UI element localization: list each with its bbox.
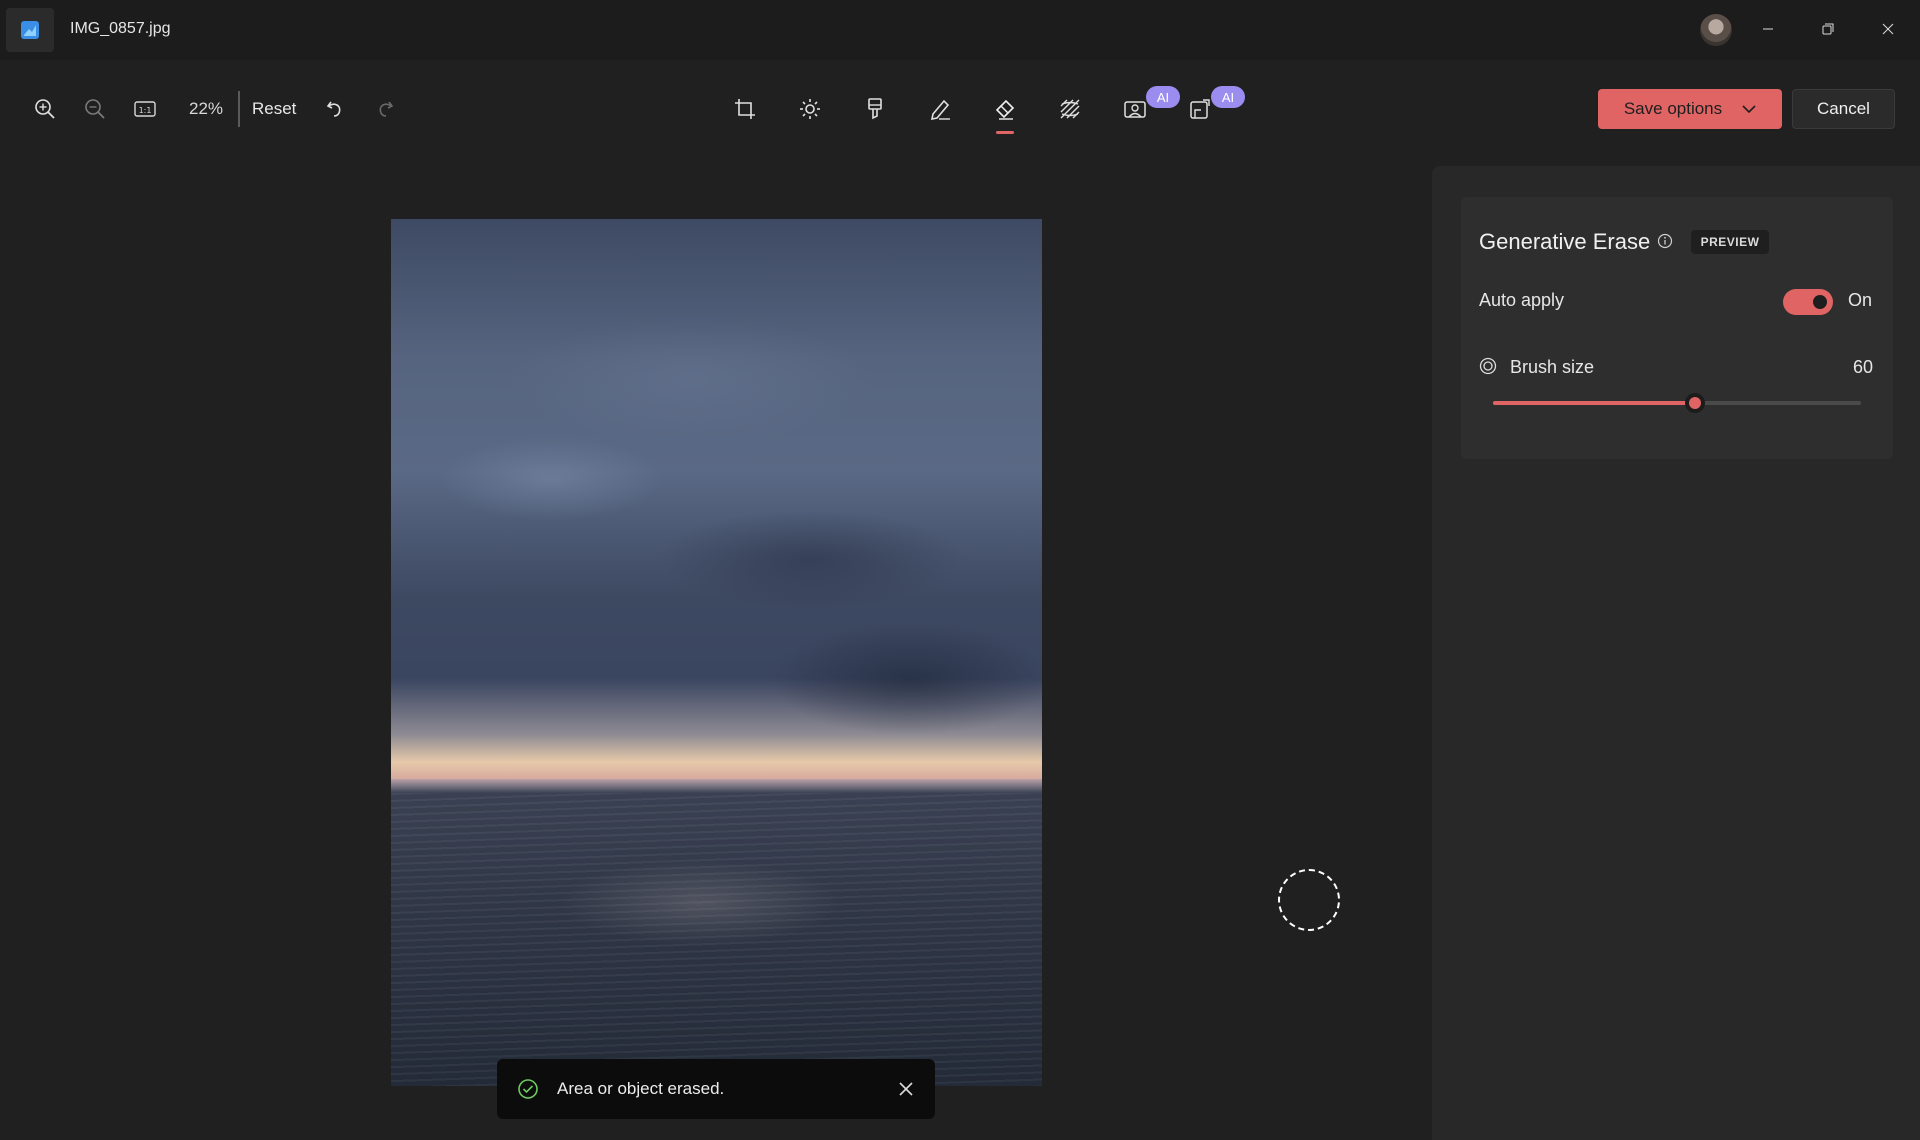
minimize-icon[interactable] (1745, 12, 1791, 46)
blur-background-icon[interactable] (1037, 86, 1102, 132)
success-check-icon (518, 1079, 538, 1099)
save-options-label: Save options (1623, 99, 1723, 118)
redo-icon[interactable] (360, 86, 410, 132)
markup-icon[interactable] (907, 86, 972, 132)
toast-close-icon[interactable] (895, 1078, 917, 1100)
generative-erase-card: Generative Erase PREVIEW Auto apply On B… (1461, 197, 1893, 459)
erase-icon[interactable] (972, 86, 1037, 134)
toolbar-divider (238, 91, 240, 127)
brush-size-icon (1479, 357, 1497, 375)
cancel-button[interactable]: Cancel (1792, 89, 1895, 129)
slider-fill (1493, 401, 1696, 405)
info-icon[interactable] (1657, 233, 1673, 249)
chevron-down-icon (1742, 105, 1756, 114)
auto-apply-state: On (1848, 290, 1873, 310)
brush-size-value: 60 (1852, 357, 1873, 377)
brush-size-slider[interactable] (1493, 393, 1861, 413)
crop-icon[interactable] (712, 86, 777, 132)
toggle-knob (1813, 295, 1827, 309)
zoom-out-icon[interactable] (70, 86, 120, 132)
photo-sky (391, 219, 1042, 779)
auto-apply-label: Auto apply (1479, 290, 1565, 310)
restore-icon[interactable] (1805, 12, 1851, 46)
auto-apply-toggle[interactable] (1783, 289, 1833, 315)
brush-size-label: Brush size (1510, 357, 1595, 377)
svg-text:1:1: 1:1 (139, 106, 152, 115)
close-icon[interactable] (1865, 12, 1911, 46)
filter-icon[interactable] (842, 86, 907, 132)
adjust-icon[interactable] (777, 86, 842, 132)
photo-sea (391, 793, 1042, 1086)
avatar[interactable] (1700, 14, 1732, 46)
photos-app-icon[interactable] (6, 8, 54, 52)
edit-tools: AI AI (712, 86, 1245, 134)
slider-thumb[interactable] (1685, 393, 1706, 413)
reset-button[interactable]: Reset (252, 99, 296, 119)
file-name: IMG_0857.jpg (70, 20, 171, 37)
preview-badge: PREVIEW (1691, 230, 1769, 254)
brush-cursor (1278, 869, 1340, 931)
toast-notification: Area or object erased. (497, 1059, 935, 1119)
relight-icon[interactable]: AI (1167, 86, 1245, 132)
panel-title: Generative Erase (1479, 229, 1651, 254)
zoom-level[interactable]: 22% (178, 99, 234, 119)
ai-badge: AI (1211, 86, 1245, 108)
view-toolbar: 1:1 22% Reset (20, 86, 420, 132)
actual-size-icon[interactable]: 1:1 (120, 86, 170, 132)
title-bar: IMG_0857.jpg (0, 0, 1920, 60)
undo-icon[interactable] (310, 86, 360, 132)
save-options-button[interactable]: Save options (1598, 89, 1782, 129)
zoom-in-icon[interactable] (20, 86, 70, 132)
photo-canvas[interactable] (391, 219, 1042, 1086)
remove-background-icon[interactable]: AI (1102, 86, 1180, 132)
toast-message: Area or object erased. (557, 1079, 725, 1098)
photo-horizon (391, 779, 1042, 793)
